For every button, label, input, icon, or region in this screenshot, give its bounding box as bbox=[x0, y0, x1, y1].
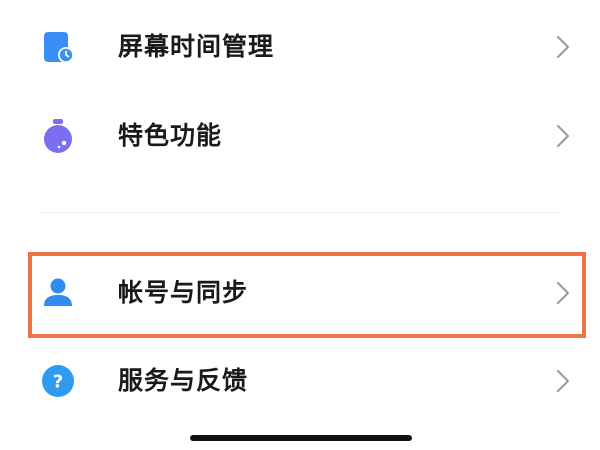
account-icon bbox=[41, 276, 75, 310]
settings-item-screen-time[interactable]: 屏幕时间管理 bbox=[0, 4, 600, 90]
chevron-right-icon bbox=[552, 367, 574, 395]
settings-item-label: 帐号与同步 bbox=[118, 278, 249, 307]
screen-time-icon bbox=[41, 30, 75, 64]
svg-text:?: ? bbox=[53, 372, 63, 393]
chevron-right-icon bbox=[552, 279, 574, 307]
chevron-right-icon bbox=[552, 122, 574, 150]
settings-item-special-features[interactable]: 特色功能 bbox=[0, 93, 600, 179]
chevron-right-icon bbox=[552, 33, 574, 61]
settings-item-label: 屏幕时间管理 bbox=[118, 32, 275, 61]
special-features-icon bbox=[41, 119, 75, 153]
settings-item-account-sync[interactable]: 帐号与同步 bbox=[0, 250, 600, 336]
settings-item-service-feedback[interactable]: ? 服务与反馈 bbox=[0, 338, 600, 424]
help-icon: ? bbox=[41, 364, 75, 398]
home-indicator[interactable] bbox=[190, 435, 412, 441]
settings-item-label: 特色功能 bbox=[118, 121, 223, 150]
settings-item-label: 服务与反馈 bbox=[118, 366, 249, 395]
section-divider bbox=[40, 212, 560, 213]
